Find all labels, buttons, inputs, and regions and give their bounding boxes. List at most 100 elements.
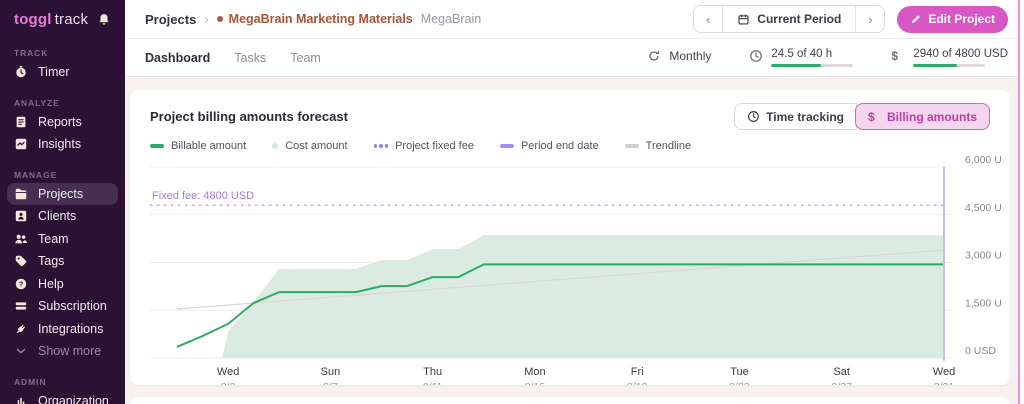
period-selector: ‹ Current Period › [693, 5, 885, 33]
legend-item-period-end-date[interactable]: Period end date [500, 140, 599, 152]
sidebar-item-insights[interactable]: Insights [0, 133, 125, 156]
bell-icon[interactable] [97, 12, 111, 27]
y-axis-label: 4,500 USD [965, 202, 1002, 214]
page-edge-accent[interactable] [1018, 0, 1020, 404]
y-axis-label: 3,000 USD [965, 250, 1002, 262]
chevron-down-icon [14, 344, 28, 358]
legend-label: Cost amount [285, 140, 347, 152]
chart-title: Project billing amounts forecast [150, 109, 348, 124]
x-axis-date-label: 8/27 [832, 381, 853, 385]
period-next-button[interactable]: › [856, 6, 884, 32]
clock-icon [749, 49, 763, 63]
project-name[interactable]: MegaBrain Marketing Materials [229, 12, 413, 26]
period-current-button[interactable]: Current Period [722, 6, 856, 32]
sidebar-item-tags[interactable]: Tags [0, 250, 125, 273]
x-axis-date-label: 8/19 [627, 381, 648, 385]
project-color-dot [217, 16, 223, 22]
sidebar-section-manage: MANAGE Projects Clients Team Tags? Help Subscr… [0, 164, 125, 363]
legend-item-trendline[interactable]: Trendline [625, 140, 691, 152]
page-edge-gutter [1020, 0, 1024, 404]
time-tracking-toggle[interactable]: Time tracking [734, 103, 857, 130]
sidebar-item-label: Tags [38, 254, 64, 268]
legend-item-project-fixed-fee[interactable]: Project fixed fee [374, 140, 474, 152]
sidebar-item-organization[interactable]: Organization [0, 390, 125, 404]
x-axis-day-label: Sat [833, 366, 850, 378]
legend-swatch [150, 144, 164, 148]
sidebar-item-integrations[interactable]: Integrations [0, 318, 125, 341]
sidebar-item-reports[interactable]: Reports [0, 111, 125, 134]
sidebar-item-timer[interactable]: Timer [0, 61, 125, 84]
time-tracking-label: Time tracking [766, 110, 844, 124]
chart-view-toggle: Time tracking $ Billing amounts [734, 103, 990, 130]
clients-icon [14, 209, 28, 223]
sidebar-item-label: Team [38, 232, 69, 246]
sidebar-item-label: Reports [38, 115, 82, 129]
x-axis-day-label: Thu [423, 366, 442, 378]
sidebar-section-admin: ADMINOrganization [0, 371, 125, 404]
legend-item-billable-amount[interactable]: Billable amount [150, 140, 246, 152]
x-axis-date-label: 8/3 [221, 381, 236, 385]
reports-icon [14, 115, 28, 129]
sidebar-item-clients[interactable]: Clients [0, 205, 125, 228]
sidebar-section-track: TRACK Timer [0, 42, 125, 84]
y-axis-label: 6,000 USD [965, 154, 1002, 166]
subscription-icon [14, 299, 28, 313]
page-header: Projects › MegaBrain Marketing Materials… [125, 0, 1024, 39]
hours-progress-bar [771, 64, 853, 67]
x-axis-day-label: Wed [217, 366, 239, 378]
billing-recurrence: Monthly [647, 48, 711, 63]
dollar-icon: $ [891, 49, 905, 63]
calendar-icon [737, 13, 750, 26]
billing-forecast-chart: 0 USD 1,500 USD 3,000 USD 4,500 USD 6,000 US… [150, 154, 1002, 385]
tags-icon [14, 254, 28, 268]
billing-amounts-toggle[interactable]: $ Billing amounts [855, 103, 990, 130]
sidebar-section-label: TRACK [0, 42, 125, 61]
sidebar-item-label: Show more [38, 344, 101, 358]
sidebar-item-show-more[interactable]: Show more [0, 340, 125, 363]
edit-project-label: Edit Project [928, 12, 995, 26]
project-stats: Monthly 24.5 of 40 h $ 2940 of 4800 USD [647, 48, 1008, 67]
sidebar-item-projects[interactable]: Projects [7, 183, 118, 206]
project-tabbar: Dashboard Tasks Team Monthly 24.5 of 40 … [125, 39, 1024, 77]
period-prev-button[interactable]: ‹ [694, 6, 722, 32]
sidebar-item-label: Integrations [38, 322, 103, 336]
main-area: Projects › MegaBrain Marketing Materials… [125, 0, 1024, 404]
edit-project-button[interactable]: Edit Project [897, 6, 1008, 33]
sidebar-item-subscription[interactable]: Subscription [0, 295, 125, 318]
legend-label: Period end date [521, 140, 599, 152]
team-icon [14, 232, 28, 246]
legend-item-cost-amount[interactable]: Cost amount [272, 140, 347, 152]
sidebar-item-label: Insights [38, 137, 81, 151]
sidebar-item-team[interactable]: Team [0, 228, 125, 251]
amount-progress-fill [913, 64, 957, 67]
sidebar-section-label: ANALYZE [0, 92, 125, 111]
sidebar-item-help[interactable]: ? Help [0, 273, 125, 296]
y-axis-label: 0 USD [965, 345, 996, 357]
forecast-area [222, 235, 944, 358]
sidebar: toggltrack TRACK Timer ANALYZE Reports Insig… [0, 0, 125, 404]
breadcrumb-root[interactable]: Projects [145, 12, 196, 27]
svg-text:?: ? [19, 279, 24, 288]
sidebar-item-label: Help [38, 277, 64, 291]
tab-team[interactable]: Team [290, 51, 321, 65]
y-axis-label: 1,500 USD [965, 297, 1002, 309]
client-name: MegaBrain [421, 12, 481, 26]
toggl-logo[interactable]: toggltrack [14, 11, 88, 28]
logo-bold: toggl [14, 11, 52, 28]
tab-dashboard[interactable]: Dashboard [145, 51, 210, 65]
breadcrumb-separator: › [204, 12, 208, 27]
sidebar-item-label: Timer [38, 65, 69, 79]
legend-swatch [500, 144, 514, 148]
amount-progress-text: 2940 of 4800 USD [913, 48, 1008, 60]
timer-icon [14, 65, 28, 79]
toggl-track-app: toggltrack TRACK Timer ANALYZE Reports Insig… [0, 0, 1024, 404]
x-axis-date-label: 8/23 [729, 381, 750, 385]
tab-tasks[interactable]: Tasks [234, 51, 266, 65]
x-axis-date-label: 8/15 [525, 381, 546, 385]
sidebar-item-label: Projects [38, 187, 83, 201]
sidebar-item-label: Subscription [38, 299, 107, 313]
insights-icon [14, 137, 28, 151]
sidebar-section-label: MANAGE [0, 164, 125, 183]
dashboard-content: Project billing amounts forecast Time tr… [125, 78, 1024, 404]
x-axis-day-label: Sun [321, 366, 341, 378]
